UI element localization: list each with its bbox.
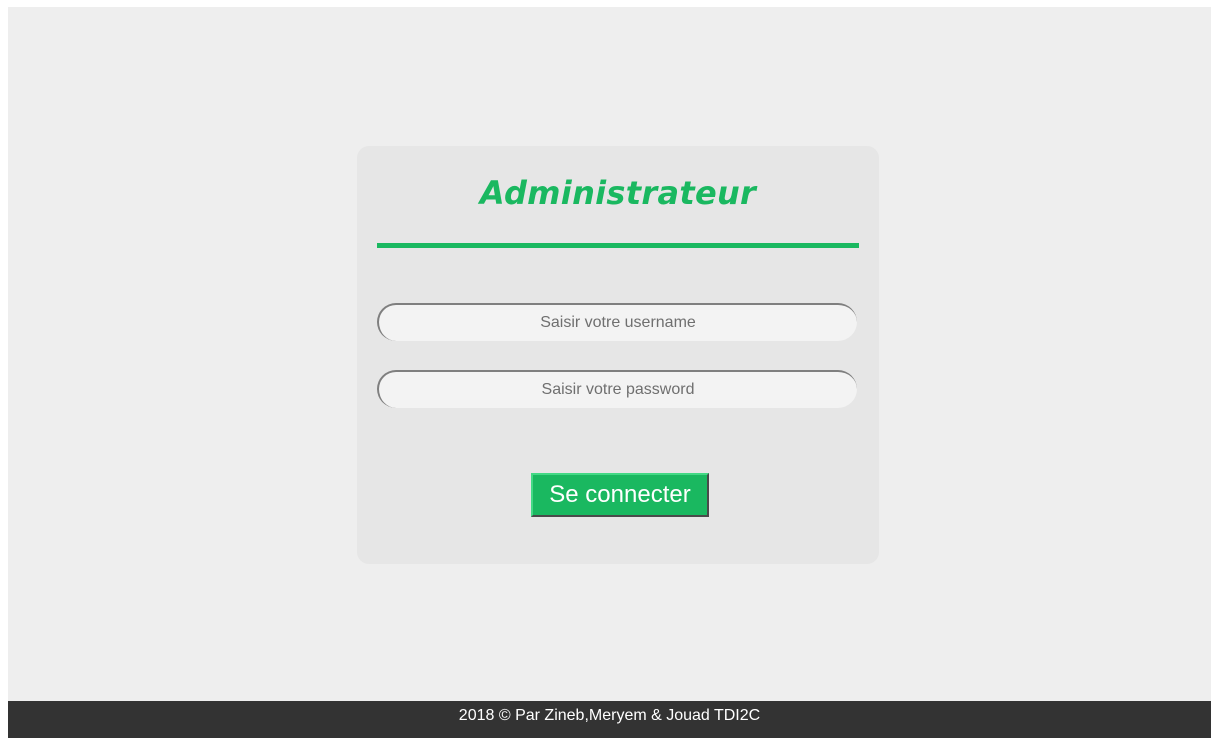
login-button[interactable]: Se connecter: [531, 473, 709, 517]
footer-text: 2018 © Par Zineb,Meryem & Jouad TDI2C: [458, 707, 761, 724]
title-divider: [377, 243, 859, 248]
password-input[interactable]: [377, 370, 857, 408]
login-card: Administrateur Se connecter: [357, 146, 879, 564]
login-title: Administrateur: [479, 174, 757, 212]
footer: 2018 © Par Zineb,Meryem & Jouad TDI2C: [8, 701, 1211, 738]
page-background: Administrateur Se connecter: [8, 7, 1211, 738]
username-input[interactable]: [377, 303, 857, 341]
